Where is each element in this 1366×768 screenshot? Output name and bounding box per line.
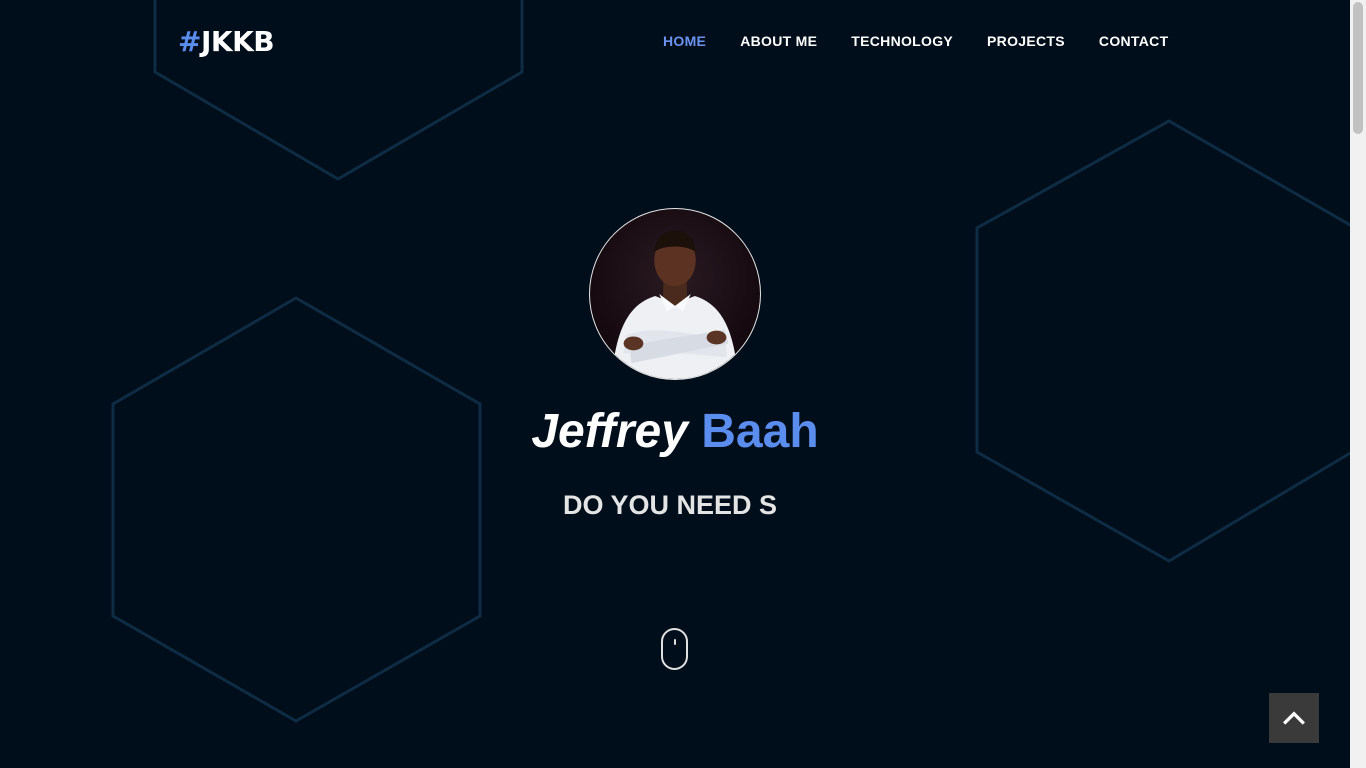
- nav-technology[interactable]: TECHNOLOGY: [851, 32, 953, 50]
- logo-text: JKKB: [200, 25, 275, 58]
- mouse-scroll-icon[interactable]: [661, 628, 688, 670]
- scrollbar-thumb[interactable]: [1353, 2, 1363, 134]
- profile-photo: [611, 230, 739, 379]
- chevron-up-icon: [1283, 711, 1305, 725]
- site-logo[interactable]: #JKKB: [178, 24, 275, 60]
- back-to-top-button[interactable]: [1269, 693, 1319, 743]
- hero-last-name: Baah: [701, 405, 819, 458]
- nav-home[interactable]: HOME: [663, 32, 706, 50]
- profile-avatar: [589, 208, 761, 380]
- logo-hash: #: [178, 25, 201, 58]
- hero-tagline: DO YOU NEED S: [562, 490, 778, 520]
- nav-contact[interactable]: CONTACT: [1099, 32, 1169, 50]
- nav-about-me[interactable]: ABOUT ME: [740, 32, 817, 50]
- main-nav: HOME ABOUT ME TECHNOLOGY PROJECTS CONTAC…: [663, 32, 1168, 50]
- nav-projects[interactable]: PROJECTS: [987, 32, 1065, 50]
- hero-name: Jeffrey Baah: [0, 402, 1350, 462]
- page-scrollbar[interactable]: [1350, 0, 1366, 768]
- hero-first-name: Jeffrey: [531, 405, 688, 458]
- portfolio-page: #JKKB HOME ABOUT ME TECHNOLOGY PROJECTS …: [0, 0, 1366, 768]
